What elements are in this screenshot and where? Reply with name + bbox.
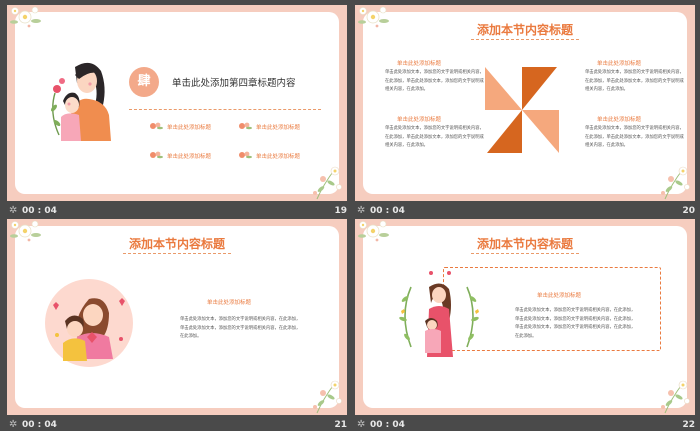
title-underline <box>471 39 579 40</box>
slide-number: 22 <box>682 420 695 430</box>
flower-decoration-icon <box>660 166 691 200</box>
block-heading-3[interactable]: 单击此处添加标题 <box>597 59 641 67</box>
slide-transition-icon[interactable]: ✲ <box>357 417 365 431</box>
slide-footer: ✲ 00 : 04 19 <box>7 203 347 219</box>
slide-transition-icon[interactable]: ✲ <box>9 203 17 219</box>
flower-bullet-icon <box>239 151 252 159</box>
slide-21[interactable]: 添加本节内容标题 单击此处添加标题 单击此处添加文本，添加您的文字说明或相关内容… <box>7 219 347 415</box>
content-text[interactable]: 单击此处添加文本，添加您的文字说明或相关内容，在此添加， 单击此处添加文本，添加… <box>180 316 300 342</box>
toc-item-3[interactable]: 单击此处添加标题 <box>167 152 211 160</box>
slide-transition-icon[interactable]: ✲ <box>9 417 17 431</box>
title-underline <box>471 253 579 254</box>
slide-footer: ✲ 00 : 04 20 <box>355 203 695 219</box>
block-text-3[interactable]: 单击此处添加文本，添加您的文字说明或相关内容， 在此添加，单击此处添加文本，添加… <box>585 69 684 95</box>
slide-footer: ✲ 00 : 04 22 <box>355 417 695 431</box>
pinwheel-blade <box>487 110 522 153</box>
flower-bullet-icon <box>150 151 163 159</box>
section-title[interactable]: 添加本节内容标题 <box>477 21 573 38</box>
block-heading-1[interactable]: 单击此处添加标题 <box>397 59 441 67</box>
pinwheel-blade <box>485 67 522 110</box>
flower-decoration-icon <box>312 380 343 414</box>
content-heading[interactable]: 单击此处添加标题 <box>537 291 581 299</box>
slide-footer: ✲ 00 : 04 21 <box>7 417 347 431</box>
slide-19[interactable]: 肆 单击此处添加第四章标题内容 单击此处添加标题 单击此处添加标题 单击此处添加… <box>7 5 347 201</box>
block-heading-4[interactable]: 单击此处添加标题 <box>597 115 641 123</box>
toc-item-1[interactable]: 单击此处添加标题 <box>167 123 211 131</box>
mother-son-illustration <box>45 279 133 367</box>
slide-number: 19 <box>334 206 347 216</box>
chapter-number-badge: 肆 <box>129 67 159 97</box>
mother-daughter-wreath-illustration <box>399 271 479 357</box>
block-text-1[interactable]: 单击此处添加文本，添加您的文字说明或相关内容， 在此添加，单击此处添加文本，添加… <box>385 69 484 95</box>
pinwheel-blade <box>522 67 557 110</box>
slide-number: 21 <box>334 420 347 430</box>
slide-timing: 00 : 04 <box>370 420 405 430</box>
flower-decoration-icon <box>9 6 42 28</box>
slide-timing: 00 : 04 <box>370 206 405 216</box>
block-text-4[interactable]: 单击此处添加文本，添加您的文字说明或相关内容， 在此添加，单击此处添加文本，添加… <box>585 125 684 151</box>
slide-timing: 00 : 04 <box>22 206 57 216</box>
pinwheel-graphic <box>485 67 559 153</box>
toc-item-2[interactable]: 单击此处添加标题 <box>256 123 300 131</box>
flower-decoration-icon <box>357 6 390 28</box>
slide-20[interactable]: 添加本节内容标题 单击此处添加标题 单击此处添加文本，添加您的文字说明或相关内容… <box>355 5 695 201</box>
flower-decoration-icon <box>660 380 691 414</box>
toc-item-4[interactable]: 单击此处添加标题 <box>256 152 300 160</box>
content-heading[interactable]: 单击此处添加标题 <box>207 298 251 306</box>
section-title[interactable]: 添加本节内容标题 <box>129 235 225 252</box>
flower-decoration-icon <box>312 166 343 200</box>
pinwheel-blade <box>522 110 559 153</box>
flower-decoration-icon <box>9 220 42 242</box>
slide-transition-icon[interactable]: ✲ <box>357 203 365 219</box>
section-title[interactable]: 添加本节内容标题 <box>477 235 573 252</box>
content-text[interactable]: 单击此处添加文本，添加您的文字说明或相关内容，在此添加， 单击此处添加文本，添加… <box>515 307 635 341</box>
block-heading-2[interactable]: 单击此处添加标题 <box>397 115 441 123</box>
flower-decoration-icon <box>357 220 390 242</box>
title-underline <box>123 253 231 254</box>
flower-bullet-icon <box>239 122 252 130</box>
slide-timing: 00 : 04 <box>22 420 57 430</box>
slide-number: 20 <box>682 206 695 216</box>
slide-22[interactable]: 添加本节内容标题 单击此处添加标题 单击此处添加文本，添加您的文字说明或相关内容… <box>355 219 695 415</box>
chapter-title[interactable]: 单击此处添加第四章标题内容 <box>172 75 296 89</box>
chapter-divider <box>129 109 321 110</box>
flower-bullet-icon <box>150 122 163 130</box>
block-text-2[interactable]: 单击此处添加文本，添加您的文字说明或相关内容， 在此添加，单击此处添加文本，添加… <box>385 125 484 151</box>
mother-daughter-illustration <box>51 62 111 141</box>
